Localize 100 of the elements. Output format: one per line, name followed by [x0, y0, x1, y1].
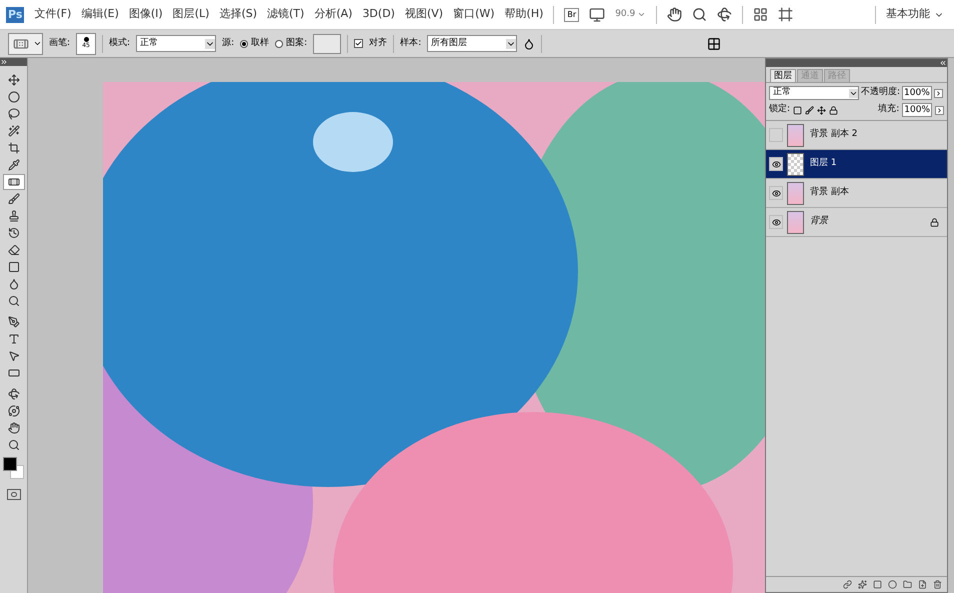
bandage-icon — [8, 176, 20, 188]
layer-row[interactable]: 背景 副本 — [766, 179, 947, 208]
menu-item[interactable]: 文件(F) — [34, 6, 72, 23]
fill-label: 填充: — [878, 103, 900, 116]
lock-label: 锁定: — [769, 103, 790, 116]
photo-thumbnail — [787, 124, 804, 146]
screen-mode-icon[interactable] — [589, 6, 606, 22]
caret-icon[interactable] — [935, 106, 944, 114]
menu-item[interactable]: 帮助(H) — [504, 6, 544, 23]
move-icon — [8, 74, 20, 86]
sample-label: 样本: — [400, 36, 422, 50]
menu-item[interactable]: 滤镜(T) — [267, 6, 304, 23]
layer-row[interactable]: 图层 1 — [766, 150, 947, 179]
fill-field[interactable]: 100% — [902, 103, 932, 117]
tool-preset-picker[interactable] — [8, 32, 43, 54]
layer-name: 背景 副本 — [810, 186, 850, 200]
layer-row[interactable]: 背景 — [766, 208, 947, 237]
menu-item[interactable]: 分析(A) — [314, 6, 352, 23]
caret-icon[interactable] — [934, 88, 943, 98]
pattern-picker[interactable] — [313, 34, 342, 54]
eyedropper-icon — [8, 159, 20, 171]
workspace-switcher[interactable]: 基本功能 — [886, 6, 948, 23]
visibility-toggle[interactable] — [769, 215, 783, 229]
visibility-toggle[interactable] — [769, 128, 783, 142]
pointer-icon — [8, 350, 20, 362]
rectangle-icon — [8, 367, 20, 379]
caret-icon — [849, 88, 858, 98]
menu-item[interactable]: 视图(V) — [404, 6, 444, 23]
arrange-icon[interactable] — [753, 7, 768, 22]
square-icon — [8, 261, 20, 273]
photo-thumbnail — [787, 210, 804, 234]
caret-icon — [205, 38, 216, 48]
layer-name: 背景 副本 2 — [810, 128, 858, 142]
folder-icon[interactable] — [903, 580, 912, 589]
menu-item[interactable]: 窗口(W) — [453, 6, 495, 23]
blend-mode-dropdown[interactable]: 正常 — [769, 86, 859, 100]
layer-name: 图层 1 — [810, 157, 838, 170]
menu-item[interactable]: 编辑(E) — [81, 6, 119, 23]
panel-tab[interactable]: 图层 — [770, 69, 796, 82]
trash-icon[interactable] — [933, 580, 942, 589]
collapse-icon[interactable] — [939, 59, 947, 67]
wand-icon — [8, 125, 20, 137]
photo-thumbnail — [787, 182, 804, 204]
radio-label: 图案: — [286, 36, 308, 50]
tool-button[interactable] — [2, 174, 24, 190]
link-icon[interactable] — [843, 580, 852, 589]
app-logo[interactable]: Ps — [6, 6, 24, 22]
radio-button[interactable] — [240, 40, 248, 48]
check-icon — [355, 40, 362, 47]
brush-label: 画笔: — [49, 36, 70, 50]
sample-dropdown[interactable]: 所有图层 — [427, 35, 518, 52]
visibility-toggle[interactable] — [769, 157, 783, 171]
bridge-button[interactable]: Br — [564, 8, 580, 22]
eye-icon — [772, 218, 780, 226]
color-swatches[interactable] — [2, 457, 24, 481]
rotate-icon — [8, 388, 20, 400]
lock-icon — [930, 218, 939, 226]
search-icon[interactable] — [692, 7, 708, 22]
move-icon[interactable] — [817, 106, 826, 114]
transparent-thumbnail — [787, 152, 804, 176]
magnifier-icon — [8, 295, 20, 307]
eraser-icon — [8, 244, 20, 256]
droplet-icon — [8, 278, 20, 290]
rotate-icon[interactable] — [717, 7, 732, 22]
pen-icon — [8, 316, 20, 328]
mode-label: 模式: — [109, 36, 130, 50]
menu-item[interactable]: 图层(L) — [172, 6, 210, 23]
history-icon — [8, 227, 20, 239]
caret-icon — [506, 38, 516, 48]
checkbox[interactable] — [354, 39, 364, 48]
zoom-dropdown[interactable]: 90.9 — [615, 8, 646, 22]
search-icon — [8, 439, 20, 451]
sparkles-icon[interactable] — [858, 580, 867, 589]
brush-icon[interactable] — [805, 106, 814, 114]
menu-item[interactable]: 选择(S) — [219, 6, 258, 23]
opacity-label: 不透明度: — [861, 86, 900, 100]
mask-icon[interactable] — [873, 580, 882, 589]
new-layer-icon[interactable] — [918, 580, 927, 589]
radio-button[interactable] — [275, 40, 284, 48]
mode-dropdown[interactable]: 正常 — [136, 35, 216, 52]
menu-item[interactable]: 3D(D) — [362, 6, 395, 23]
hand-icon[interactable] — [667, 7, 682, 22]
source-label: 源: — [222, 36, 234, 50]
stamp-icon — [8, 210, 20, 222]
lasso-icon — [8, 108, 20, 120]
hand-icon — [8, 422, 20, 434]
crop-icon — [8, 142, 20, 154]
caret-icon — [33, 39, 42, 48]
caret-icon — [637, 10, 646, 19]
menu-item[interactable]: 图像(I) — [128, 6, 163, 23]
layer-name: 背景 — [810, 215, 830, 228]
opacity-field[interactable]: 100% — [902, 86, 932, 100]
lock-icon[interactable] — [829, 106, 838, 114]
type-icon — [8, 333, 20, 345]
ellipse-icon — [8, 91, 20, 103]
brush-icon — [8, 193, 20, 205]
radio-label: 取样 — [251, 36, 270, 50]
visibility-toggle[interactable] — [769, 186, 783, 200]
quick-mask-icon[interactable] — [6, 489, 20, 500]
expand-icon[interactable] — [0, 58, 8, 66]
